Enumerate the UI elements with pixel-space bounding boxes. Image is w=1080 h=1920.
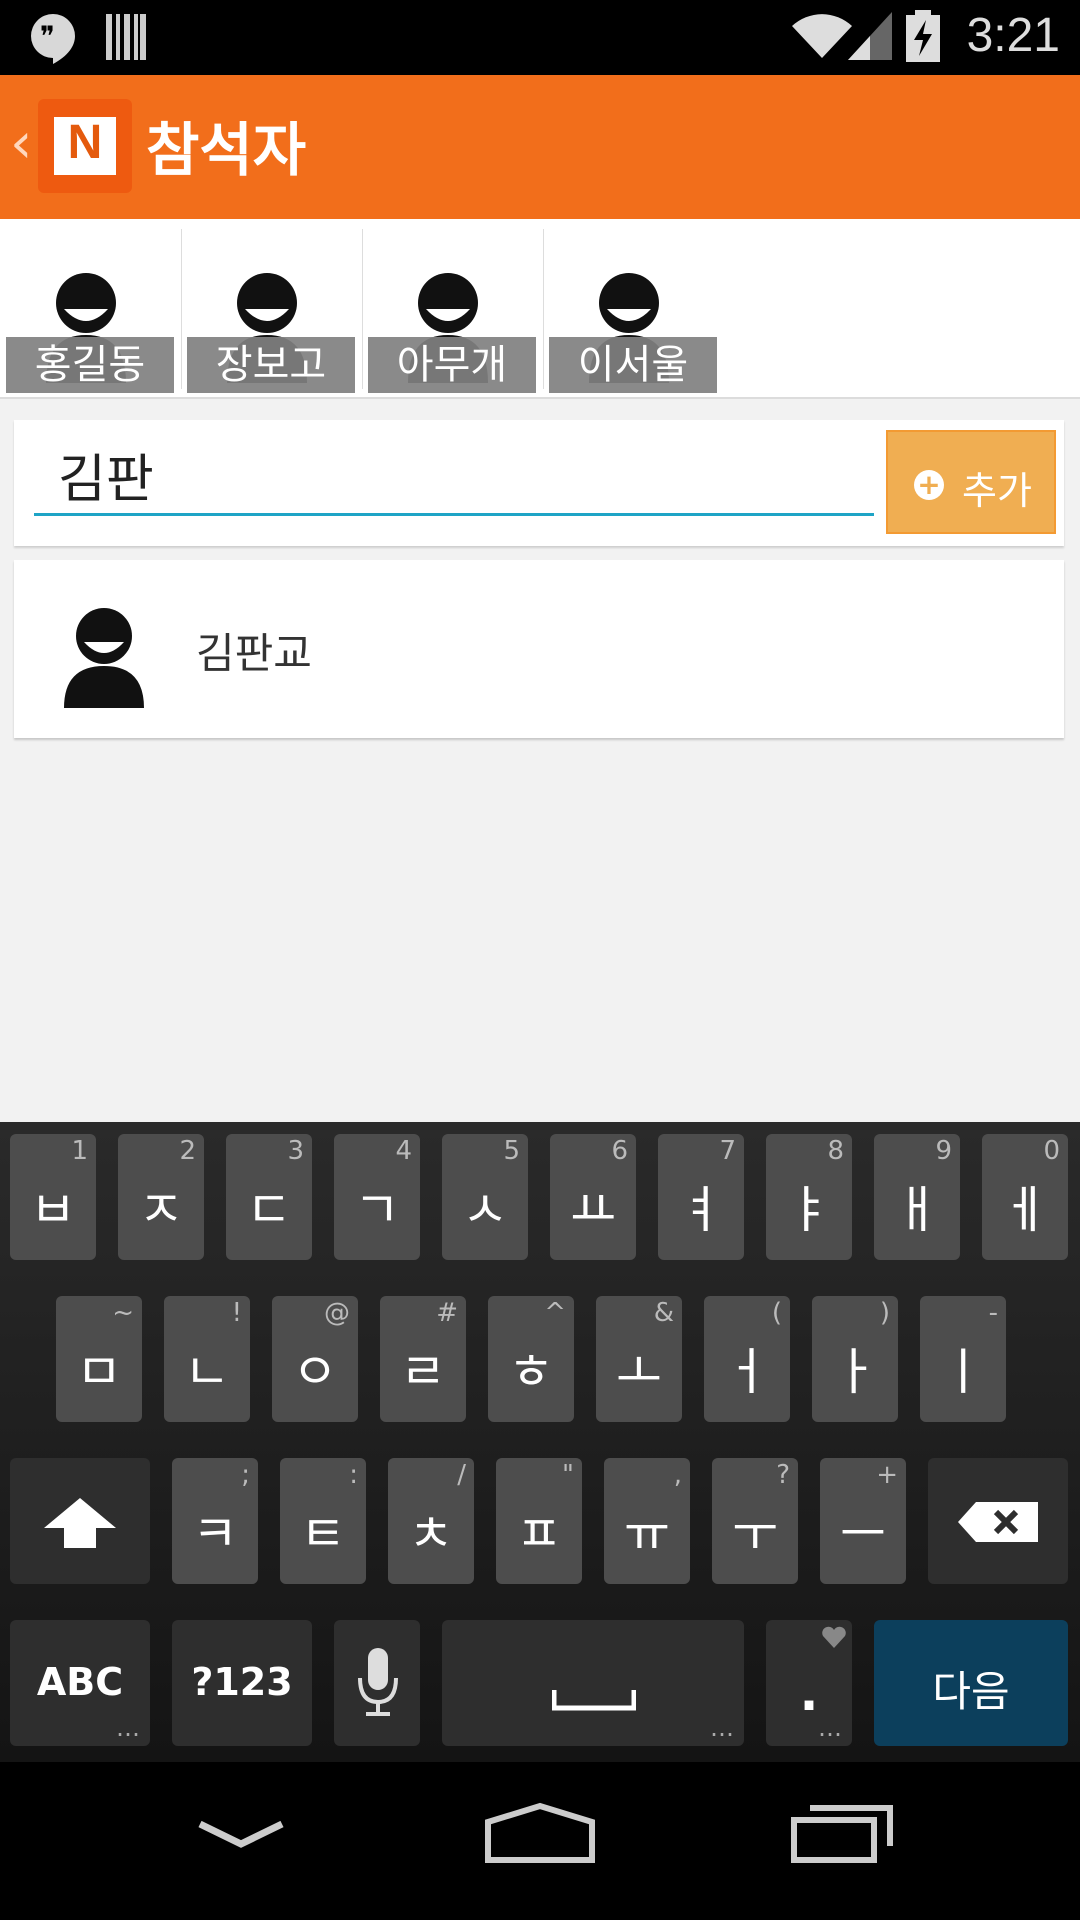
space-bar-icon bbox=[552, 1690, 636, 1711]
symbols-key[interactable]: ?123 bbox=[172, 1620, 312, 1746]
microphone-icon bbox=[358, 1648, 398, 1716]
plus-circle-icon: + bbox=[914, 470, 944, 500]
attendee-chip[interactable]: 이서울 bbox=[543, 229, 723, 393]
backspace-key[interactable] bbox=[928, 1458, 1068, 1584]
key-p[interactable]: " ㅍ bbox=[496, 1458, 582, 1584]
key-o[interactable]: & ㅗ bbox=[596, 1296, 682, 1422]
signal-icon bbox=[848, 12, 892, 60]
attendee-list: 홍길동 장보고 아무개 이서울 bbox=[0, 219, 1080, 399]
attendee-chip[interactable]: 장보고 bbox=[181, 229, 363, 393]
key-ae[interactable]: 9ㅐ bbox=[874, 1134, 960, 1260]
key-k[interactable]: ; ㅋ bbox=[172, 1458, 258, 1584]
key-a[interactable]: ) ㅏ bbox=[812, 1296, 898, 1422]
add-attendee-card: + 추가 bbox=[14, 420, 1064, 546]
key-ng[interactable]: @ ㅇ bbox=[272, 1296, 358, 1422]
attendee-name: 아무개 bbox=[368, 337, 536, 393]
key-d[interactable]: 3ㄷ bbox=[226, 1134, 312, 1260]
add-button[interactable]: + 추가 bbox=[886, 430, 1056, 534]
add-button-label: 추가 bbox=[962, 469, 1032, 513]
hangouts-icon: ❞ bbox=[31, 14, 75, 64]
key-r[interactable]: # ㄹ bbox=[380, 1296, 466, 1422]
nav-home-icon[interactable] bbox=[484, 1802, 596, 1864]
key-j[interactable]: 2ㅈ bbox=[118, 1134, 204, 1260]
space-key[interactable]: … bbox=[442, 1620, 744, 1746]
nav-recents-icon[interactable] bbox=[790, 1798, 896, 1864]
status-bar: ❞ 3:21 bbox=[0, 0, 1080, 75]
key-e[interactable]: 0ㅔ bbox=[982, 1134, 1068, 1260]
attendee-name: 장보고 bbox=[187, 337, 355, 393]
shift-key[interactable] bbox=[10, 1458, 150, 1584]
barcode-icon bbox=[106, 14, 146, 60]
key-eu[interactable]: + ㅡ bbox=[820, 1458, 906, 1584]
key-yeo[interactable]: 7ㅕ bbox=[658, 1134, 744, 1260]
key-u[interactable]: ? ㅜ bbox=[712, 1458, 798, 1584]
nav-back-down-icon[interactable] bbox=[196, 1818, 286, 1852]
backspace-icon bbox=[958, 1502, 1038, 1542]
navigation-bar bbox=[0, 1762, 1080, 1920]
result-name: 김판교 bbox=[196, 629, 312, 678]
clock: 3:21 bbox=[966, 9, 1060, 62]
attendee-search-input[interactable] bbox=[34, 436, 874, 516]
key-m[interactable]: ~ ㅁ bbox=[56, 1296, 142, 1422]
key-t[interactable]: :ㅌ bbox=[280, 1458, 366, 1584]
back-chevron-icon[interactable]: ‹ bbox=[10, 111, 32, 176]
heart-icon bbox=[822, 1626, 846, 1648]
next-key[interactable]: 다음 bbox=[874, 1620, 1068, 1746]
abc-key[interactable]: ABC … bbox=[10, 1620, 150, 1746]
search-result-item[interactable]: 김판교 bbox=[14, 560, 1064, 738]
attendee-name: 이서울 bbox=[549, 337, 717, 393]
page-title: 참석자 bbox=[146, 116, 307, 184]
key-yu[interactable]: ,ㅠ bbox=[604, 1458, 690, 1584]
battery-icon bbox=[906, 10, 940, 62]
attendee-chip[interactable]: 아무개 bbox=[362, 229, 544, 393]
wifi-icon bbox=[792, 14, 852, 58]
key-h[interactable]: ^ ㅎ bbox=[488, 1296, 574, 1422]
key-ch[interactable]: / ㅊ bbox=[388, 1458, 474, 1584]
shift-arrow-icon bbox=[44, 1498, 116, 1548]
app-logo[interactable]: N bbox=[38, 99, 132, 193]
key-i[interactable]: -ㅣ bbox=[920, 1296, 1006, 1422]
soft-keyboard: 1ㅂ 2ㅈ 3ㄷ 4ㄱ 5ㅅ 6ㅛ 7ㅕ 8ㅑ 9ㅐ 0ㅔ ~ ㅁ ! ㄴ @ ㅇ #… bbox=[0, 1122, 1080, 1762]
key-b[interactable]: 1ㅂ bbox=[10, 1134, 96, 1260]
period-key[interactable]: . … bbox=[766, 1620, 852, 1746]
attendee-name: 홍길동 bbox=[6, 337, 174, 393]
key-n[interactable]: ! ㄴ bbox=[164, 1296, 250, 1422]
attendee-chip[interactable]: 홍길동 bbox=[0, 229, 182, 393]
key-yo[interactable]: 6ㅛ bbox=[550, 1134, 636, 1260]
key-s[interactable]: 5ㅅ bbox=[442, 1134, 528, 1260]
action-bar: ‹ N 참석자 bbox=[0, 75, 1080, 219]
key-g[interactable]: 4ㄱ bbox=[334, 1134, 420, 1260]
mic-key[interactable] bbox=[334, 1620, 420, 1746]
key-ya[interactable]: 8ㅑ bbox=[766, 1134, 852, 1260]
key-eo[interactable]: (ㅓ bbox=[704, 1296, 790, 1422]
person-icon bbox=[64, 608, 144, 708]
svg-text:❞: ❞ bbox=[40, 20, 55, 53]
